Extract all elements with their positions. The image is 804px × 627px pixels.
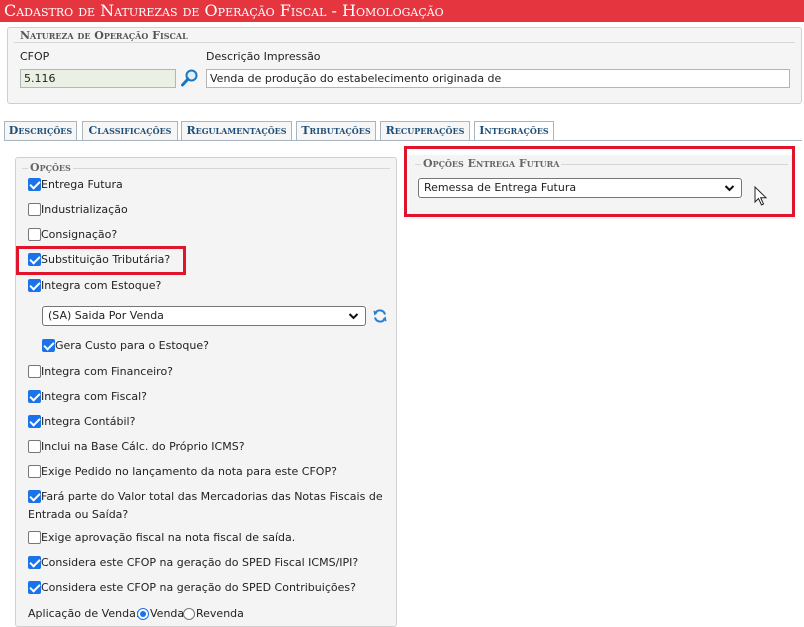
opcoes-legend-line bbox=[22, 168, 390, 169]
option-label: Consignação? bbox=[41, 228, 118, 241]
checkbox[interactable] bbox=[28, 531, 41, 544]
natureza-legend: Natureza de Operação Fiscal bbox=[20, 29, 188, 42]
option-label: Integra Contábil? bbox=[41, 415, 136, 428]
radio-venda[interactable] bbox=[137, 608, 149, 620]
window-title: Cadastro de Naturezas de Operação Fiscal… bbox=[0, 0, 804, 22]
radio-revenda[interactable] bbox=[183, 608, 195, 620]
checkbox[interactable] bbox=[42, 339, 55, 352]
mouse-cursor-icon bbox=[754, 185, 768, 206]
checkbox[interactable] bbox=[28, 365, 41, 378]
natureza-legend-line bbox=[14, 42, 795, 43]
tab-recuperacoes[interactable]: Recuperações bbox=[380, 121, 470, 141]
cfop-field[interactable]: 5.116 bbox=[20, 69, 176, 88]
checkbox[interactable] bbox=[28, 228, 41, 241]
checkbox[interactable] bbox=[28, 440, 41, 453]
entrega-futura-select-value: Remessa de Entrega Futura bbox=[424, 181, 577, 194]
tab-tributacoes[interactable]: Tributações bbox=[296, 121, 376, 141]
checkbox[interactable] bbox=[28, 203, 41, 216]
checkbox[interactable] bbox=[28, 253, 41, 266]
tab-content: Opções Entrega Futura Industrialização C… bbox=[4, 140, 802, 627]
descricao-label: Descrição Impressão bbox=[206, 50, 321, 63]
option-label: Integra com Financeiro? bbox=[41, 365, 174, 378]
option-label: Exige aprovação fiscal na nota fiscal de… bbox=[41, 531, 296, 544]
checkbox[interactable] bbox=[28, 556, 41, 569]
option-label: Integra com Estoque? bbox=[41, 279, 162, 292]
aplicacao-venda-label: Aplicação de Venda: bbox=[28, 607, 140, 620]
option-label: Fará parte do Valor total das Mercadoria… bbox=[41, 490, 383, 503]
checkbox[interactable] bbox=[28, 581, 41, 594]
option-label-continued: Entrada ou Saída? bbox=[28, 508, 129, 521]
option-label: Inclui na Base Cálc. do Próprio ICMS? bbox=[41, 440, 245, 453]
entrega-futura-select[interactable]: Remessa de Entrega Futura bbox=[418, 178, 742, 198]
entrega-futura-legend: Opções Entrega Futura bbox=[421, 157, 562, 170]
option-label: Exige Pedido no lançamento da nota para … bbox=[41, 465, 337, 478]
refresh-icon[interactable] bbox=[372, 308, 388, 324]
option-label: Entrega Futura bbox=[41, 178, 123, 191]
option-label: Integra com Fiscal? bbox=[41, 390, 148, 403]
tab-classificacoes[interactable]: Classificações bbox=[82, 121, 178, 141]
checkbox[interactable] bbox=[28, 490, 41, 503]
checkbox[interactable] bbox=[28, 279, 41, 292]
estoque-select-value: (SA) Saida Por Venda bbox=[48, 309, 164, 322]
checkbox[interactable] bbox=[28, 465, 41, 478]
opcoes-legend: Opções bbox=[28, 161, 73, 174]
option-label: Substituição Tributária? bbox=[41, 253, 171, 266]
descricao-field[interactable]: Venda de produção do estabelecimento ori… bbox=[206, 69, 790, 88]
tab-descricoes[interactable]: Descrições bbox=[4, 121, 77, 141]
checkbox[interactable] bbox=[28, 415, 41, 428]
tab-regulamentacoes[interactable]: Regulamentações bbox=[181, 121, 292, 141]
option-label: Gera Custo para o Estoque? bbox=[55, 339, 209, 352]
aplicacao-venda-group: Aplicação de Venda: Venda Revenda bbox=[28, 606, 258, 622]
estoque-select[interactable]: (SA) Saida Por Venda bbox=[42, 306, 366, 326]
natureza-panel: Natureza de Operação Fiscal CFOP 5.116 D… bbox=[7, 27, 802, 104]
cfop-label: CFOP bbox=[20, 50, 50, 63]
checkbox[interactable] bbox=[28, 178, 41, 191]
option-label: Considera este CFOP na geração do SPED C… bbox=[41, 581, 356, 594]
tab-integracoes[interactable]: Integrações bbox=[474, 121, 554, 142]
search-icon[interactable] bbox=[180, 68, 200, 88]
option-label: Considera este CFOP na geração do SPED F… bbox=[41, 556, 359, 569]
checkbox[interactable] bbox=[28, 390, 41, 403]
chevron-down-icon bbox=[348, 307, 359, 331]
radio-venda-label: Venda bbox=[150, 607, 185, 620]
option-label: Industrialização bbox=[41, 203, 128, 216]
chevron-down-icon bbox=[724, 179, 735, 203]
radio-revenda-label: Revenda bbox=[196, 607, 244, 620]
